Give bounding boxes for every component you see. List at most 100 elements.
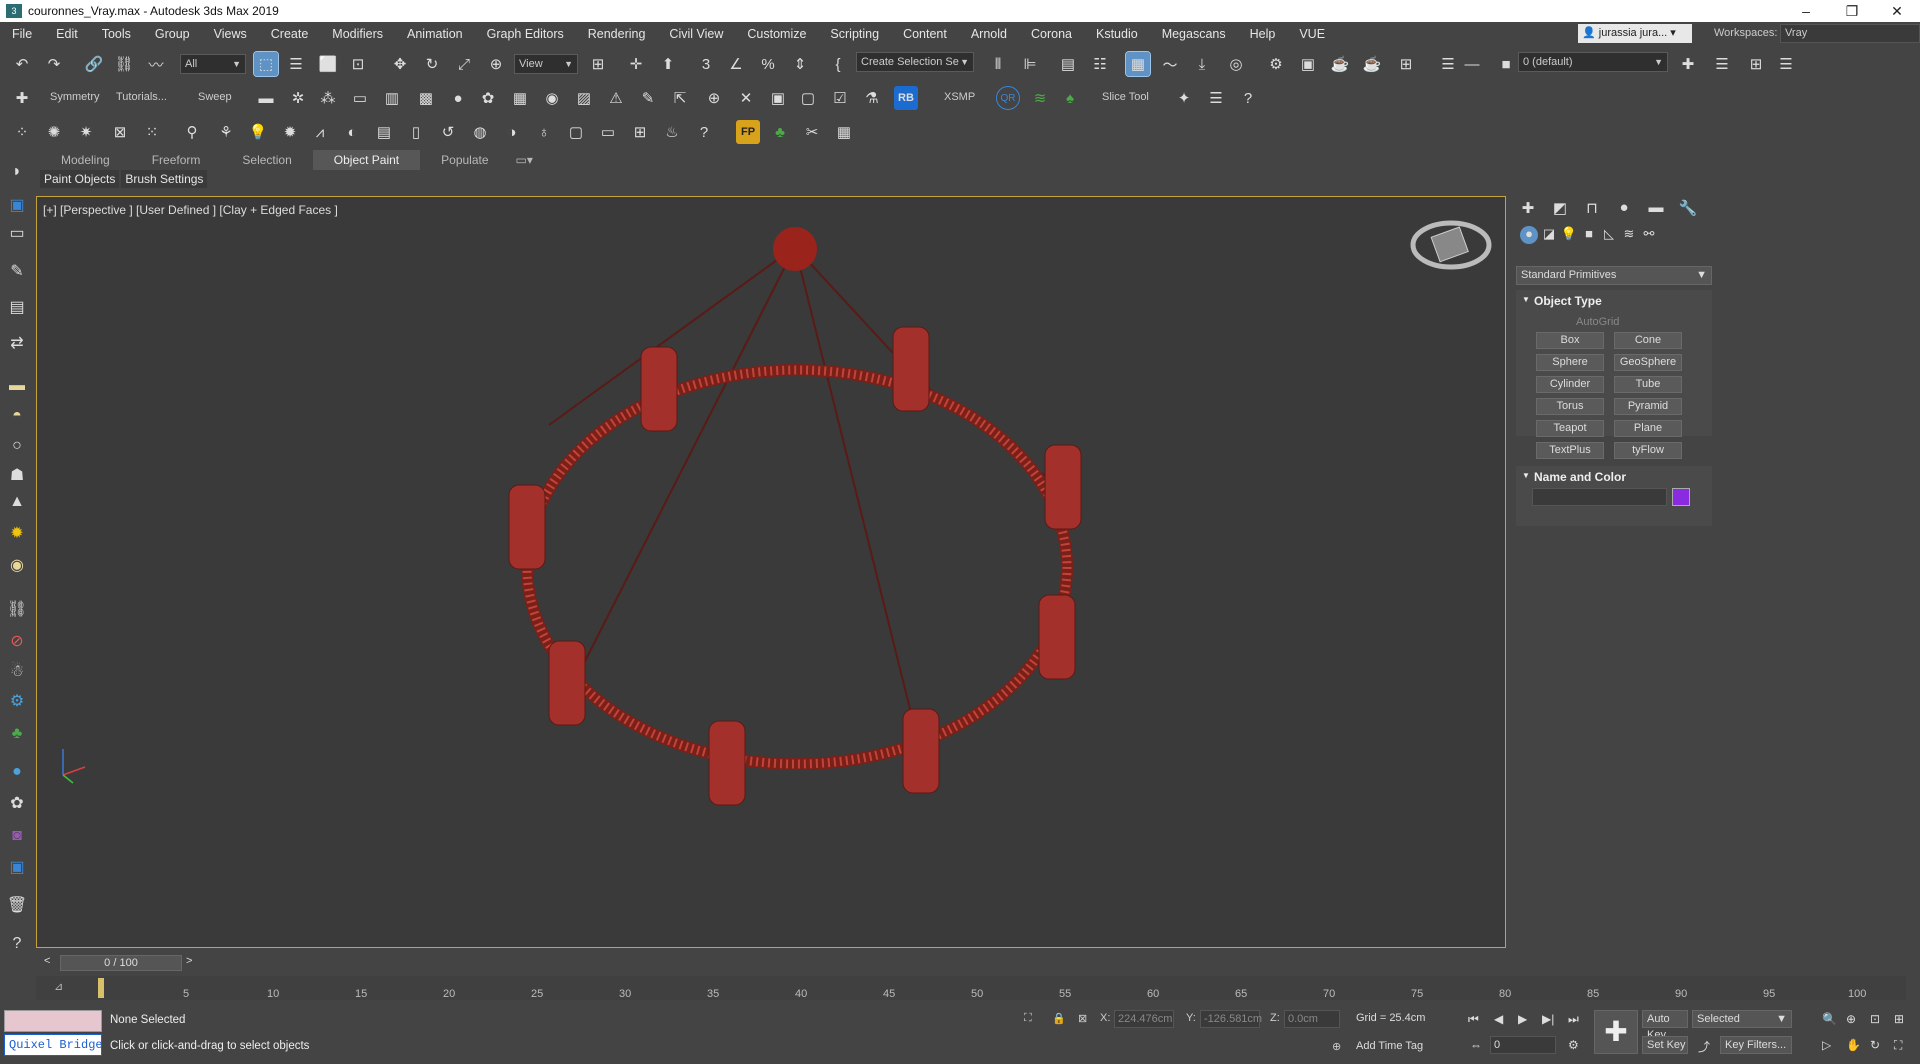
mesh-light-icon[interactable]: ☗: [5, 464, 29, 488]
geosphere-button[interactable]: GeoSphere: [1614, 354, 1682, 371]
add-icon[interactable]: ✚: [10, 86, 34, 110]
keyboard-shortcut-icon[interactable]: ⬆: [656, 52, 680, 76]
plant-icon[interactable]: ✿: [476, 86, 500, 110]
lamp-icon[interactable]: ♁: [532, 120, 556, 144]
question-icon[interactable]: ?: [692, 120, 716, 144]
set-key-button[interactable]: Set Key: [1642, 1036, 1688, 1054]
render-activeshade-icon[interactable]: ⊞: [1394, 52, 1418, 76]
material-editor-icon[interactable]: ◎: [1224, 52, 1248, 76]
pin-icon[interactable]: ✦: [1172, 86, 1196, 110]
scene-explorer-icon[interactable]: ▣: [5, 194, 29, 218]
orbit-icon[interactable]: ✺: [42, 120, 66, 144]
menu-megascans[interactable]: Megascans: [1150, 22, 1238, 46]
tools-cross-icon[interactable]: ✂: [800, 120, 824, 144]
snaps-toggle-icon[interactable]: 3: [694, 52, 718, 76]
menu-file[interactable]: File: [0, 22, 44, 46]
tab-freeform[interactable]: Freeform: [131, 150, 222, 170]
menu-rendering[interactable]: Rendering: [576, 22, 658, 46]
ribbon-options-icon[interactable]: ▭▾: [510, 150, 539, 170]
layer-visibility-icon[interactable]: —: [1460, 52, 1484, 76]
window-crossing-icon[interactable]: ⊡: [346, 52, 370, 76]
trash-icon[interactable]: 🗑: [5, 894, 29, 918]
track-bar[interactable]: ⊿ 0 5 10 15 20 25 30 35 40 45 50 55 60 6…: [36, 976, 1906, 1000]
key-filters-button[interactable]: Key Filters...: [1720, 1036, 1792, 1054]
percent-snap-icon[interactable]: %: [756, 52, 780, 76]
tube-button[interactable]: Tube: [1614, 376, 1682, 393]
align-icon[interactable]: ⊫: [1018, 52, 1042, 76]
geometry-icon[interactable]: ●: [1520, 226, 1538, 244]
previous-frame-icon[interactable]: ◀: [1494, 1012, 1503, 1026]
particle-icon[interactable]: ✷: [74, 120, 98, 144]
auto-key-button[interactable]: Auto Key: [1642, 1010, 1688, 1041]
layers-green-icon[interactable]: ≋: [1028, 86, 1052, 110]
field-of-view-icon[interactable]: ▷: [1822, 1038, 1831, 1052]
panel-paint-objects[interactable]: Paint Objects: [40, 170, 120, 188]
spinner-snap-icon[interactable]: ⇕: [788, 52, 812, 76]
select-object-icon[interactable]: ⬚: [253, 51, 279, 77]
viewcube-icon[interactable]: [1410, 220, 1492, 270]
move-icon[interactable]: ✥: [388, 52, 412, 76]
menu-tools[interactable]: Tools: [90, 22, 143, 46]
display-tab-icon[interactable]: ▬: [1646, 199, 1666, 219]
menu-views[interactable]: Views: [202, 22, 259, 46]
checker-icon[interactable]: ▩: [414, 86, 438, 110]
spot-icon[interactable]: ⩘: [308, 120, 332, 144]
rotate-view-icon[interactable]: ↺: [436, 120, 460, 144]
tab-object-paint[interactable]: Object Paint: [312, 150, 421, 170]
gear-icon[interactable]: ⚙: [5, 690, 29, 714]
lights-icon[interactable]: 💡: [1560, 226, 1578, 244]
teapot-button[interactable]: Teapot: [1536, 420, 1604, 437]
pan-icon[interactable]: ✋: [1846, 1038, 1861, 1052]
pyramid-button[interactable]: Pyramid: [1614, 398, 1682, 415]
forest-icon[interactable]: ♠: [1058, 86, 1082, 110]
create-tab-icon[interactable]: ✚: [1518, 199, 1538, 219]
named-selection-dropdown[interactable]: Create Selection Se ▼: [856, 52, 974, 72]
snap-grid-icon[interactable]: ⁘: [10, 120, 34, 144]
list-icon[interactable]: ☰: [1204, 86, 1228, 110]
palette-icon[interactable]: ✿: [5, 792, 29, 816]
quixel-bridge-field[interactable]: Quixel Bridge: [4, 1034, 102, 1056]
close-button[interactable]: ✕: [1874, 0, 1920, 22]
tab-selection[interactable]: Selection: [221, 150, 312, 170]
unlink-icon[interactable]: ⛓: [112, 52, 136, 76]
object-category-dropdown[interactable]: Standard Primitives ▼: [1516, 266, 1712, 285]
zoom-all-icon[interactable]: ⊕: [1846, 1012, 1856, 1026]
sphere-button[interactable]: Sphere: [1536, 354, 1604, 371]
object-color-swatch[interactable]: [1672, 488, 1690, 506]
redo-icon[interactable]: ↷: [42, 52, 66, 76]
place-icon[interactable]: ⊕: [484, 52, 508, 76]
earth-icon[interactable]: ●: [5, 760, 29, 784]
systems-icon[interactable]: ⚯: [1640, 226, 1658, 244]
check-box-icon[interactable]: ☑: [828, 86, 852, 110]
bottle-icon[interactable]: ▯: [404, 120, 428, 144]
rotate-icon[interactable]: ↻: [420, 52, 444, 76]
teapot-icon[interactable]: ♨: [660, 120, 684, 144]
reference-coordinate-dropdown[interactable]: View ▼: [514, 54, 578, 74]
add-time-tag-button[interactable]: Add Time Tag: [1356, 1040, 1423, 1052]
cone-button[interactable]: Cone: [1614, 332, 1682, 349]
create-layer-icon[interactable]: ✚: [1676, 52, 1700, 76]
selected-dropdown[interactable]: Selected ▼: [1692, 1010, 1792, 1028]
maximize-button[interactable]: ❐: [1829, 0, 1875, 22]
environment-icon[interactable]: ◑: [500, 120, 524, 144]
spreadsheet-icon[interactable]: ▦: [832, 120, 856, 144]
dome-icon[interactable]: ◐: [340, 120, 364, 144]
cameras-icon[interactable]: ■: [1580, 226, 1598, 244]
curve-editor-icon[interactable]: 〜: [1158, 52, 1182, 76]
render-setup-icon[interactable]: ⚙: [1264, 52, 1288, 76]
workspaces-dropdown[interactable]: Vray: [1780, 24, 1920, 43]
menu-vue[interactable]: VUE: [1287, 22, 1337, 46]
ribbon-toggle-icon[interactable]: ▦: [1125, 51, 1151, 77]
zoom-extents-all-icon[interactable]: ⊞: [1894, 1012, 1904, 1026]
person-icon[interactable]: ☃: [5, 660, 29, 684]
help-icon[interactable]: ?: [5, 932, 29, 956]
walk-icon[interactable]: ⚲: [180, 120, 204, 144]
track-bar-mode-icon[interactable]: ⊿: [54, 980, 63, 993]
chain-icon[interactable]: ⛓: [5, 598, 29, 622]
perspective-viewport[interactable]: [+] [Perspective ] [User Defined ] [Clay…: [36, 196, 1506, 948]
select-manipulate-icon[interactable]: ✛: [624, 52, 648, 76]
scatter-icon[interactable]: ✲: [286, 86, 310, 110]
menu-corona[interactable]: Corona: [1019, 22, 1084, 46]
menu-graph-editors[interactable]: Graph Editors: [475, 22, 576, 46]
menu-edit[interactable]: Edit: [44, 22, 90, 46]
